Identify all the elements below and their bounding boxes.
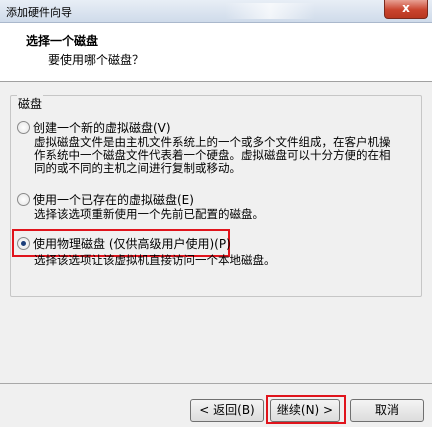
description-line: 同的或不同的主机之间进行复制或移动。 (34, 161, 241, 175)
back-button[interactable]: < 返回(B) (190, 399, 264, 422)
page-title: 选择一个磁盘 (26, 34, 99, 48)
titlebar-glass (225, 3, 315, 19)
option-description: 选择该选项让该虚拟机直接访问一个本地磁盘。 (34, 254, 414, 267)
page-subtitle: 要使用哪个磁盘？ (48, 53, 145, 67)
wizard-header: 选择一个磁盘 要使用哪个磁盘？ (0, 23, 432, 82)
close-button[interactable]: x (384, 0, 428, 19)
next-button[interactable]: 继续(N) > (270, 399, 340, 422)
radio-use-physical-disk[interactable] (17, 237, 30, 250)
option-description: 选择该选项重新使用一个先前已配置的磁盘。 (34, 208, 414, 221)
option-label[interactable]: 使用物理磁盘 (仅供高级用户使用)(P) (33, 235, 231, 252)
radio-use-existing-disk[interactable] (17, 193, 30, 206)
option-description: 虚拟磁盘文件是由主机文件系统上的一个或多个文件组成，在客户机操 作系统中一个磁盘… (34, 136, 414, 175)
description-line: 选择该选项让该虚拟机直接访问一个本地磁盘。 (34, 253, 276, 267)
footer-separator (0, 383, 432, 384)
description-line: 选择该选项重新使用一个先前已配置的磁盘。 (34, 207, 264, 221)
title-bar: 添加硬件向导 x (0, 0, 432, 23)
radio-create-virtual-disk[interactable] (17, 121, 30, 134)
window-title: 添加硬件向导 (6, 6, 72, 19)
cancel-button[interactable]: 取消 (350, 399, 424, 422)
disk-group-label: 磁盘 (17, 95, 44, 112)
option-label[interactable]: 创建一个新的虚拟磁盘(V) (33, 119, 171, 136)
option-label[interactable]: 使用一个已存在的虚拟磁盘(E) (33, 191, 194, 208)
